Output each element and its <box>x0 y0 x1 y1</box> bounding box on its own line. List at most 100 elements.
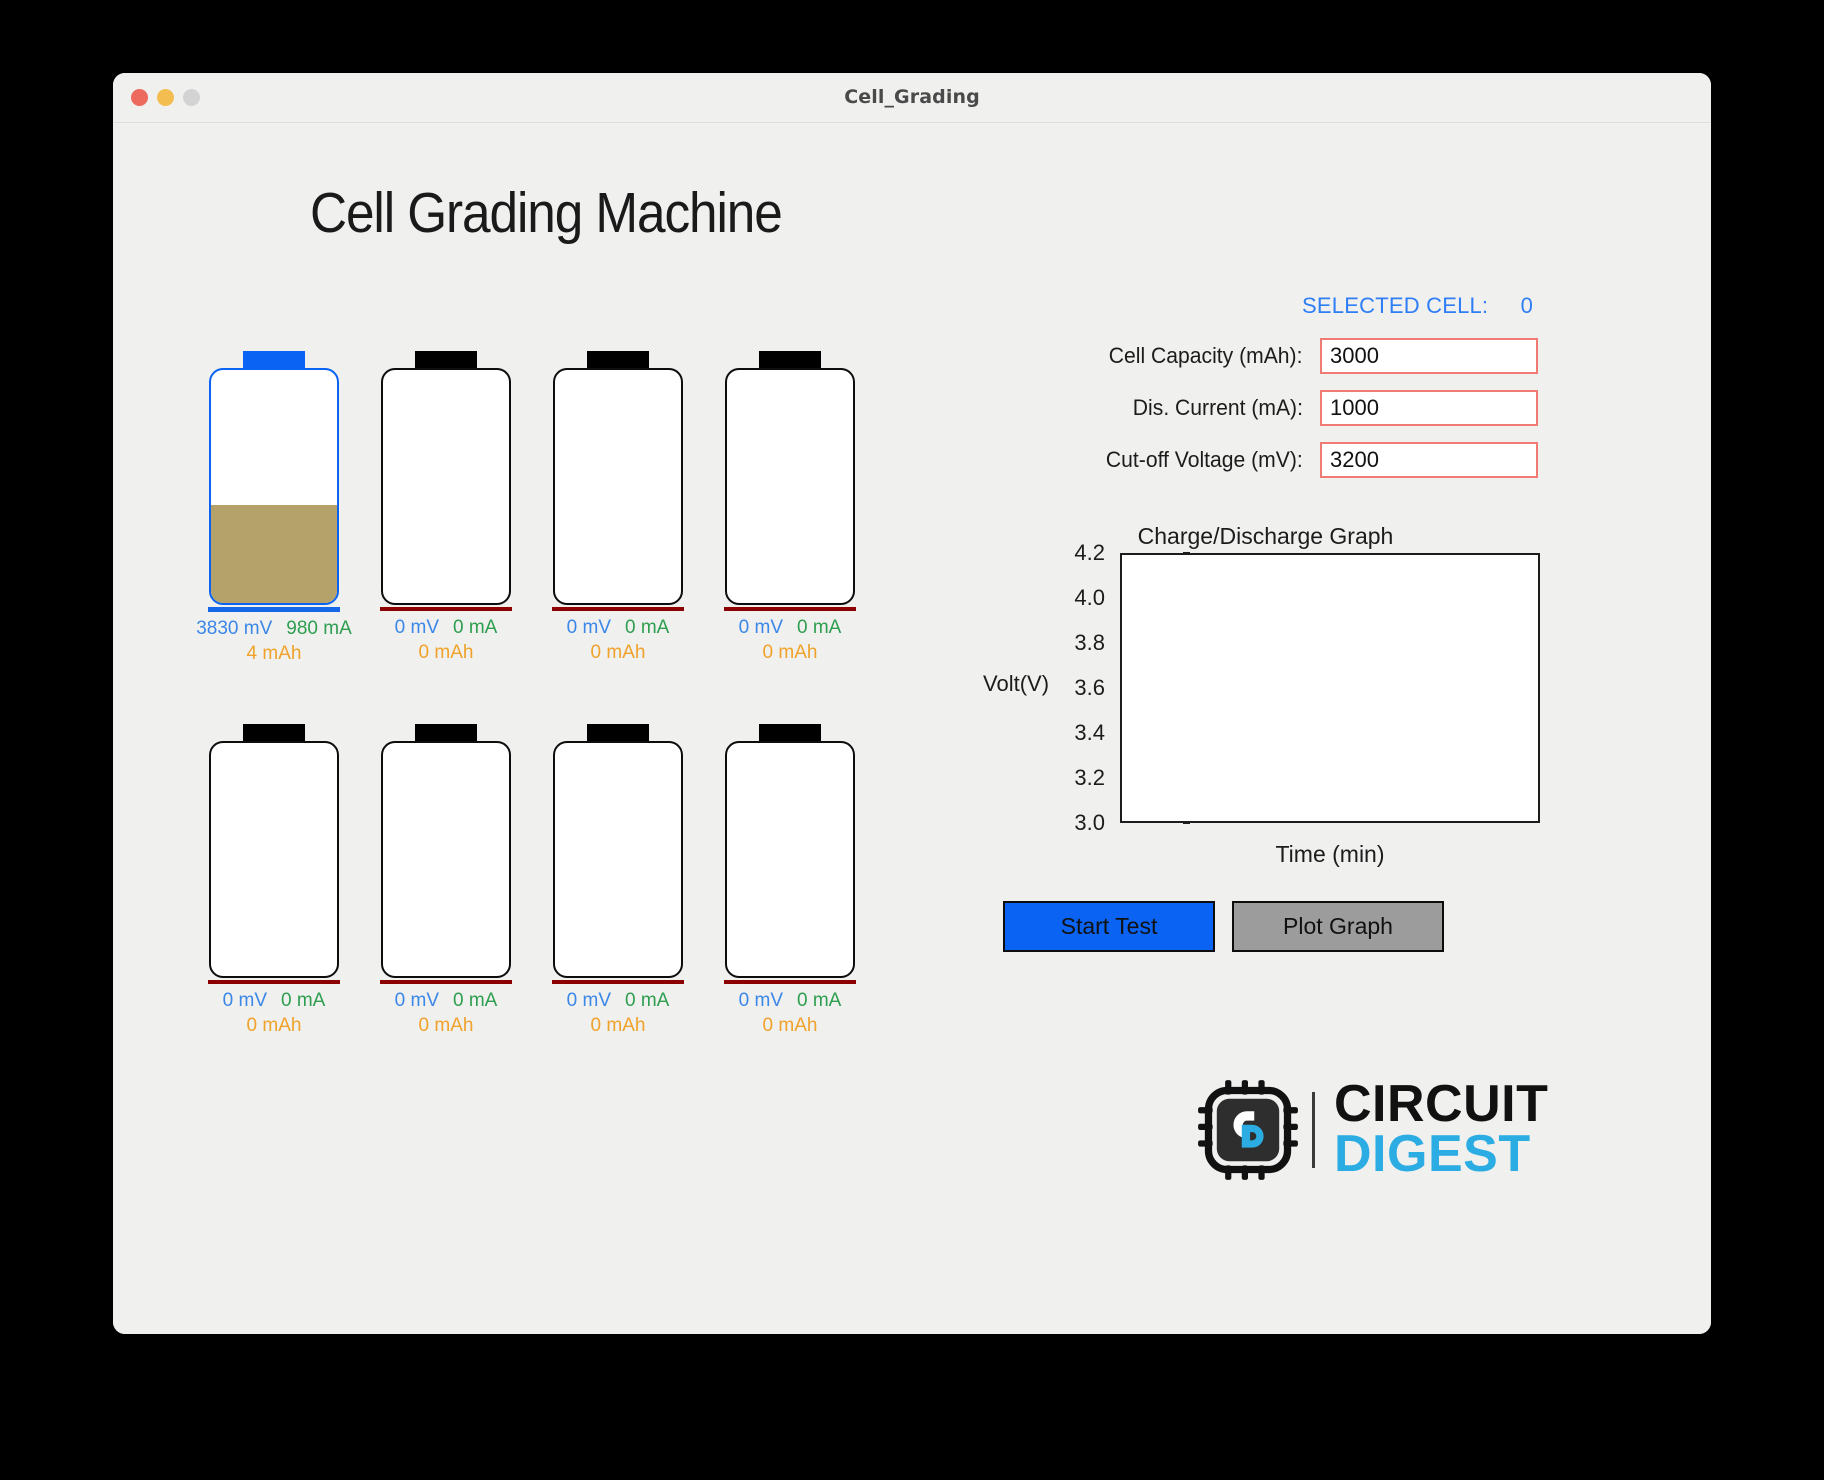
cell-voltage-value: 0 mV <box>566 990 611 1011</box>
cell-current-value: 980 mA <box>286 618 352 639</box>
chart-y-tick-label: 3.8 <box>1074 630 1105 655</box>
cell-readout: 0 mV 0 mA 0 mAh <box>704 988 876 1038</box>
battery-cell-1[interactable]: 0 mV 0 mA 0 mAh <box>360 351 532 666</box>
battery-body-icon <box>209 368 339 605</box>
chart-y-tick-label: 4.2 <box>1074 540 1105 565</box>
battery-cell-2[interactable]: 0 mV 0 mA 0 mAh <box>532 351 704 666</box>
cell-capacity-label: Cell Capacity (mAh): <box>1109 343 1303 368</box>
cell-capacity-value: 0 mAh <box>418 1015 474 1036</box>
cell-capacity-input[interactable] <box>1320 338 1538 374</box>
battery-body-icon <box>725 368 855 605</box>
chart-y-tick-label: 3.4 <box>1074 720 1105 745</box>
cell-readout: 3830 mV 980 mA 4 mAh <box>188 616 360 666</box>
battery-cap-icon <box>587 351 649 369</box>
plot-graph-button[interactable]: Plot Graph <box>1232 901 1444 952</box>
chart-y-axis-label: Volt(V) <box>983 671 1050 696</box>
logo-divider <box>1312 1092 1315 1168</box>
selected-cell-readout: SELECTED CELL: 0 <box>1113 293 1533 319</box>
battery-cap-icon <box>415 351 477 369</box>
chart-x-axis-label: Time (min) <box>1275 841 1385 867</box>
chart-area: Volt(V) 4.2 4.0 3.8 3.6 3.4 3.2 3.0 Time (min) <box>983 540 1540 867</box>
battery-cap-icon <box>759 351 821 369</box>
battery-cap-icon <box>415 724 477 742</box>
cell-voltage-value: 3830 mV <box>196 618 273 639</box>
window-content: Cell Grading Machine 3830 mV 980 mA 4 mAh 0… <box>113 123 1711 1334</box>
cell-current-value: 0 mA <box>453 990 498 1011</box>
cell-current-value: 0 mA <box>797 990 842 1011</box>
dis-current-input[interactable] <box>1320 390 1538 426</box>
window-title: Cell_Grading <box>844 86 980 108</box>
battery-cell-3[interactable]: 0 mV 0 mA 0 mAh <box>704 351 876 666</box>
cell-capacity-value: 0 mAh <box>590 1015 646 1036</box>
cell-status-underline <box>208 607 340 612</box>
cell-current-value: 0 mA <box>625 990 670 1011</box>
param-row-current: Dis. Current (mA): <box>993 390 1538 426</box>
battery-cap-icon <box>587 724 649 742</box>
cell-status-underline <box>380 980 512 984</box>
battery-cell-6[interactable]: 0 mV 0 mA 0 mAh <box>532 724 704 1038</box>
logo-text-circuit: CIRCUIT <box>1334 1075 1549 1134</box>
cell-current-value: 0 mA <box>281 990 326 1011</box>
cell-voltage-value: 0 mV <box>738 617 783 638</box>
cell-status-underline <box>724 980 856 984</box>
chart-y-tick-label: 4.0 <box>1074 585 1105 610</box>
cut-off-voltage-input[interactable] <box>1320 442 1538 478</box>
cell-voltage-value: 0 mV <box>394 617 439 638</box>
cell-row-bottom: 0 mV 0 mA 0 mAh 0 mV 0 mA 0 mAh 0 mV 0 mA 0 mAh 0… <box>188 724 978 1038</box>
cell-status-underline <box>552 980 684 984</box>
battery-fill-level <box>211 505 337 603</box>
cell-capacity-value: 0 mAh <box>762 642 818 663</box>
cell-voltage-value: 0 mV <box>566 617 611 638</box>
cell-current-value: 0 mA <box>453 617 498 638</box>
cell-capacity-value: 0 mAh <box>590 642 646 663</box>
battery-body-icon <box>209 741 339 978</box>
chart-y-axis-ticks: 4.2 4.0 3.8 3.6 3.4 3.2 3.0 <box>1065 540 1190 835</box>
param-row-cutoff: Cut-off Voltage (mV): <box>993 442 1538 478</box>
chart-y-tick-label: 3.0 <box>1074 810 1105 835</box>
cell-status-underline <box>208 980 340 984</box>
cell-current-value: 0 mA <box>797 617 842 638</box>
battery-body-icon <box>553 741 683 978</box>
battery-cap-icon <box>243 724 305 742</box>
circuit-chip-cd-icon <box>1198 1080 1298 1180</box>
chart-plot-region <box>1120 553 1540 823</box>
cell-row-top: 3830 mV 980 mA 4 mAh 0 mV 0 mA 0 mAh 0 mV 0 mA 0… <box>188 351 978 666</box>
cell-readout: 0 mV 0 mA 0 mAh <box>704 615 876 665</box>
action-buttons: Start Test Plot Graph <box>1003 901 1444 952</box>
chart-y-tick-label: 3.6 <box>1074 675 1105 700</box>
cut-off-voltage-label: Cut-off Voltage (mV): <box>1105 447 1303 472</box>
selected-cell-value: 0 <box>1520 293 1533 318</box>
logo-wordmark: CIRCUIT DIGEST <box>1334 1075 1549 1183</box>
cell-capacity-value: 0 mAh <box>246 1015 302 1036</box>
cell-current-value: 0 mA <box>625 617 670 638</box>
battery-body-icon <box>553 368 683 605</box>
cell-readout: 0 mV 0 mA 0 mAh <box>532 615 704 665</box>
page-title: Cell Grading Machine <box>310 181 783 245</box>
battery-body-icon <box>725 741 855 978</box>
dis-current-label: Dis. Current (mA): <box>1132 395 1303 420</box>
chart-y-tick-label: 3.2 <box>1074 765 1105 790</box>
cell-grid: 3830 mV 980 mA 4 mAh 0 mV 0 mA 0 mAh 0 mV 0 mA 0… <box>188 351 978 1038</box>
title-bar: Cell_Grading <box>113 73 1711 123</box>
battery-body-icon <box>381 368 511 605</box>
cell-voltage-value: 0 mV <box>394 990 439 1011</box>
start-test-button[interactable]: Start Test <box>1003 901 1215 952</box>
cell-status-underline <box>552 607 684 611</box>
cell-capacity-value: 0 mAh <box>418 642 474 663</box>
cell-status-underline <box>380 607 512 611</box>
battery-cap-icon <box>243 351 305 369</box>
selected-cell-label: SELECTED CELL: <box>1302 293 1489 318</box>
cell-readout: 0 mV 0 mA 0 mAh <box>532 988 704 1038</box>
cell-voltage-value: 0 mV <box>738 990 783 1011</box>
battery-cell-4[interactable]: 0 mV 0 mA 0 mAh <box>188 724 360 1038</box>
cell-voltage-value: 0 mV <box>222 990 267 1011</box>
battery-cell-7[interactable]: 0 mV 0 mA 0 mAh <box>704 724 876 1038</box>
param-row-capacity: Cell Capacity (mAh): <box>993 338 1538 374</box>
battery-cell-0[interactable]: 3830 mV 980 mA 4 mAh <box>188 351 360 666</box>
parameters-panel: Cell Capacity (mAh): Dis. Current (mA): … <box>993 338 1538 494</box>
circuit-digest-logo: CIRCUIT DIGEST <box>1196 1078 1548 1182</box>
battery-cell-5[interactable]: 0 mV 0 mA 0 mAh <box>360 724 532 1038</box>
cell-status-underline <box>724 607 856 611</box>
cell-readout: 0 mV 0 mA 0 mAh <box>360 615 532 665</box>
logo-text-digest: DIGEST <box>1334 1125 1531 1183</box>
